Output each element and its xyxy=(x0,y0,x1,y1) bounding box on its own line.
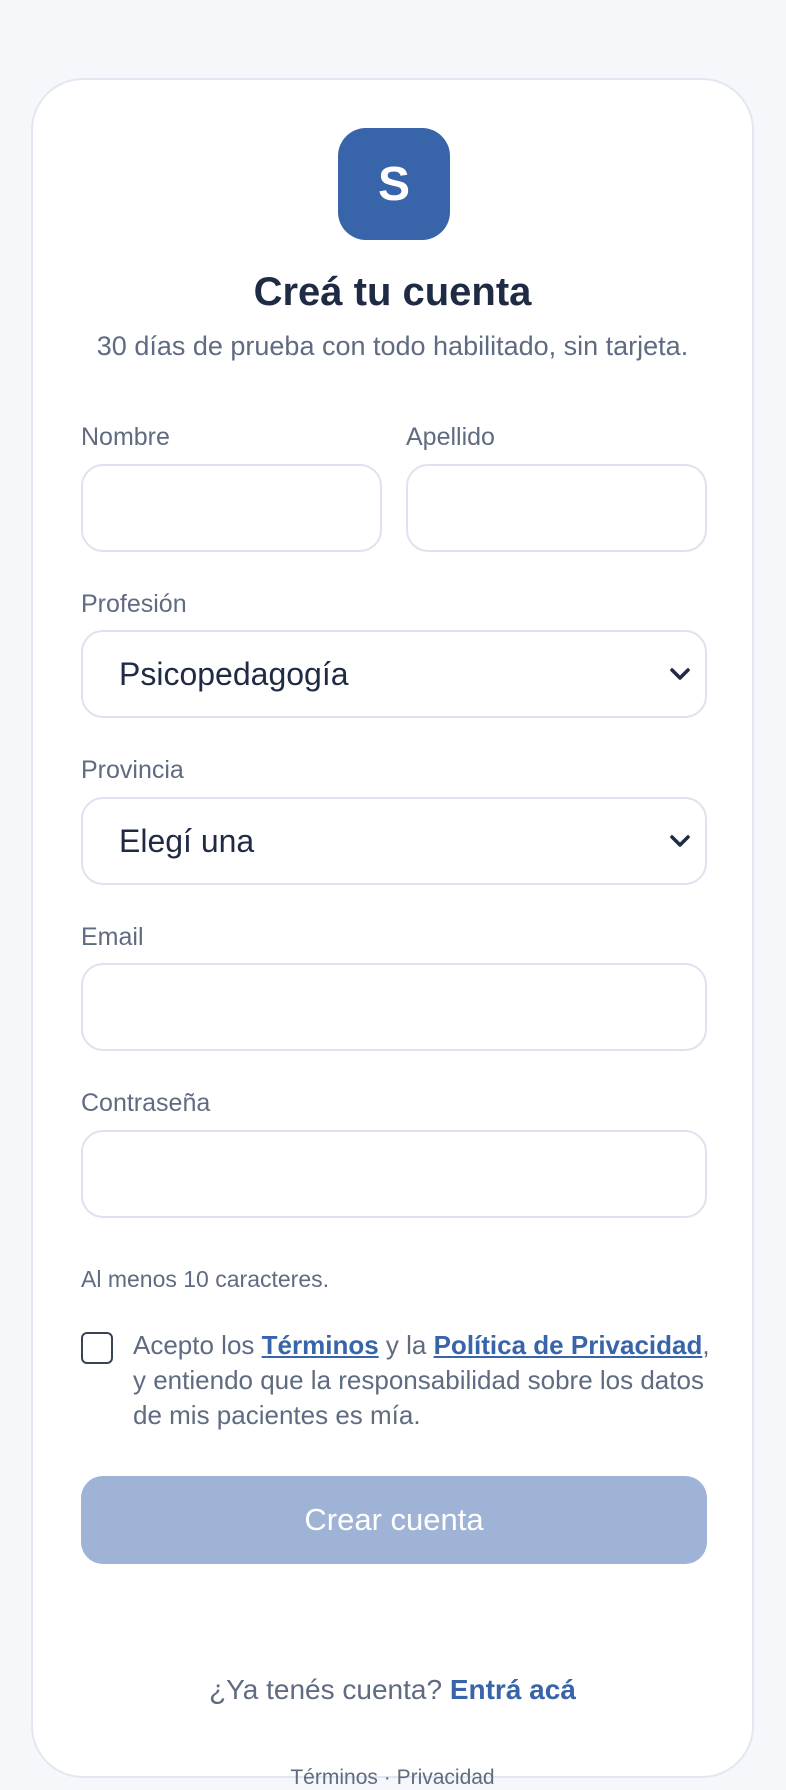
chevron-down-icon xyxy=(663,657,697,691)
last-name-field-wrapper xyxy=(406,464,707,552)
terms-checkbox[interactable] xyxy=(81,1332,113,1364)
consent-text-part-2: y la xyxy=(378,1330,434,1360)
page-subtitle: 30 días de prueba con todo habilitado, s… xyxy=(96,331,689,361)
login-prompt-text: ¿Ya tenés cuenta? xyxy=(209,1674,450,1705)
password-hint: Al menos 10 caracteres. xyxy=(81,1266,330,1292)
email-input[interactable] xyxy=(83,965,705,1049)
privacy-policy-link[interactable]: Política de Privacidad xyxy=(434,1330,703,1360)
password-field-wrapper xyxy=(81,1130,707,1218)
province-selected-value: Elegí una xyxy=(119,822,255,859)
page-title: Creá tu cuenta xyxy=(253,270,532,314)
chevron-down-icon xyxy=(663,824,697,858)
profession-select[interactable]: Psicopedagogía xyxy=(81,630,707,718)
signup-card: S Creá tu cuenta 30 días de prueba con t… xyxy=(31,78,754,1789)
logo-letter: S xyxy=(377,157,410,211)
footer-terms-link[interactable]: Términos xyxy=(290,1766,378,1789)
brand-logo: S xyxy=(338,128,450,240)
first-name-input[interactable] xyxy=(83,466,380,550)
footer-links: Términos · Privacidad xyxy=(33,1766,752,1790)
last-name-label: Apellido xyxy=(406,423,495,451)
email-label: Email xyxy=(81,923,144,951)
terms-link[interactable]: Términos xyxy=(262,1330,379,1360)
footer-privacy-link[interactable]: Privacidad xyxy=(397,1766,495,1789)
footer-separator: · xyxy=(377,1766,397,1789)
login-link[interactable]: Entrá acá xyxy=(450,1674,576,1705)
password-label: Contraseña xyxy=(81,1089,211,1117)
province-select[interactable]: Elegí una xyxy=(81,797,707,885)
password-input[interactable] xyxy=(83,1132,705,1216)
first-name-label: Nombre xyxy=(81,423,170,451)
first-name-field-wrapper xyxy=(81,464,382,552)
consent-text: Acepto los Términos y la Política de Pri… xyxy=(133,1328,713,1433)
email-field-wrapper xyxy=(81,963,707,1051)
last-name-input[interactable] xyxy=(408,466,705,550)
create-account-button[interactable]: Crear cuenta xyxy=(81,1476,707,1564)
profession-selected-value: Psicopedagogía xyxy=(119,655,349,692)
login-prompt-row: ¿Ya tenés cuenta? Entrá acá xyxy=(33,1674,752,1706)
province-label: Provincia xyxy=(81,756,184,784)
profession-label: Profesión xyxy=(81,590,187,618)
consent-text-part-1: Acepto los xyxy=(133,1330,262,1360)
